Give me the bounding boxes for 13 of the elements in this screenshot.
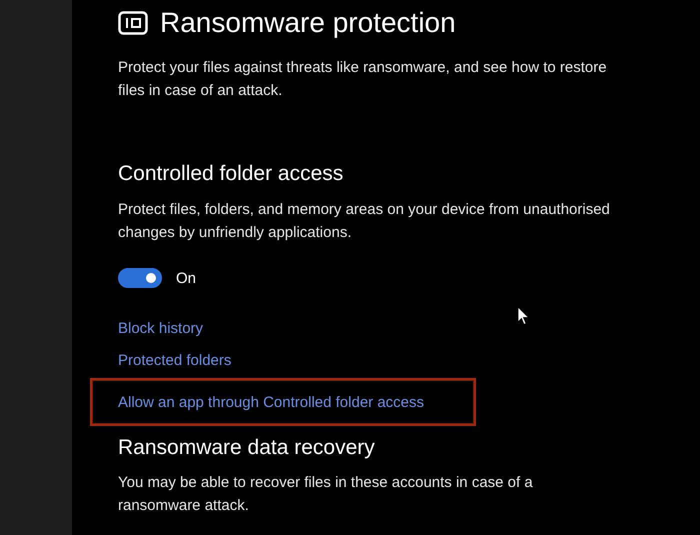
toggle-label: On <box>176 270 196 286</box>
shield-frame-icon <box>118 11 148 35</box>
page-description: Protect your files against threats like ransomware, and see how to restore files in case of an attack. <box>118 58 608 101</box>
mouse-pointer-icon <box>517 306 530 326</box>
section-description: You may be able to recover files in these accounts in case of a ransomware attack. <box>118 473 534 516</box>
section-heading: Ransomware data recovery <box>118 435 376 461</box>
section-heading: Controlled folder access <box>118 161 344 187</box>
page-title: Ransomware protection <box>160 6 456 40</box>
settings-link[interactable]: Block history <box>118 320 204 336</box>
settings-link[interactable]: Protected folders <box>118 352 232 368</box>
settings-link[interactable]: Allow an app through Controlled folder access <box>118 394 424 410</box>
section-description: Protect files, folders, and memory areas on your device from unauthorised changes by unfriendly applications. <box>118 200 611 243</box>
toggle-switch[interactable] <box>118 268 162 288</box>
